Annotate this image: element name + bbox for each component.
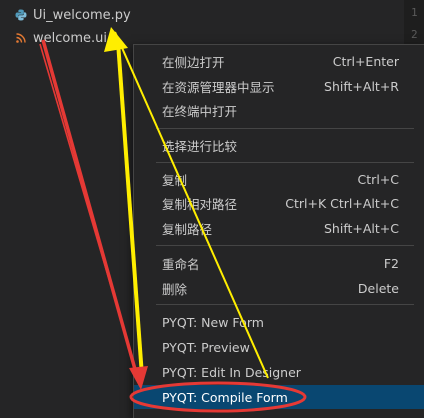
menu-item-select-for-compare[interactable]: 选择进行比较 [134,133,424,157]
menu-separator [156,304,414,305]
menu-item-shortcut: Ctrl+K Ctrl+Alt+C [285,195,399,211]
menu-item-shortcut: F2 [383,255,399,271]
rss-file-icon [14,31,28,45]
menu-item-label: 在侧边打开 [162,54,225,70]
menu-separator [156,162,414,163]
menu-item-label: PYQT: Edit In Designer [162,364,301,380]
file-name: welcome.ui [33,30,107,46]
menu-item-copy-path[interactable]: 复制路径 Shift+Alt+C [134,216,424,240]
file-item-welcome-ui[interactable]: welcome.ui [14,27,107,49]
menu-item-shortcut: Delete [357,280,399,296]
menu-item-label: 复制相对路径 [162,196,238,212]
menu-item-open-in-terminal[interactable]: 在终端中打开 [134,98,424,122]
menu-item-pyqt-compile-form[interactable]: PYQT: Compile Form [134,385,424,409]
menu-item-label: 选择进行比较 [162,138,238,154]
menu-item-pyqt-new-form[interactable]: PYQT: New Form [134,310,424,334]
menu-item-copy-relative-path[interactable]: 复制相对路径 Ctrl+K Ctrl+Alt+C [134,191,424,215]
menu-separator [156,245,414,246]
line-number: 1 [411,6,418,19]
menu-item-label: 删除 [162,281,188,297]
menu-item-open-to-side[interactable]: 在侧边打开 Ctrl+Enter [134,49,424,73]
menu-item-shortcut: Ctrl+Enter [332,53,399,69]
menu-item-reveal-in-explorer[interactable]: 在资源管理器中显示 Shift+Alt+R [134,74,424,98]
menu-item-label: 复制 [162,172,188,188]
menu-item-label: 在终端中打开 [162,103,238,119]
menu-item-pyqt-edit-in-designer[interactable]: PYQT: Edit In Designer [134,360,424,384]
file-item-ui-welcome-py[interactable]: Ui_welcome.py [14,4,131,26]
menu-item-label: PYQT: Preview [162,339,250,355]
menu-item-label: PYQT: New Form [162,314,264,330]
menu-item-delete[interactable]: 删除 Delete [134,276,424,300]
menu-item-shortcut: Shift+Alt+R [324,78,399,94]
menu-item-pyqt-preview[interactable]: PYQT: Preview [134,335,424,359]
line-number: 2 [411,28,418,41]
python-file-icon [14,8,28,22]
menu-separator [156,128,414,129]
menu-item-rename[interactable]: 重命名 F2 [134,251,424,275]
menu-item-label: 复制路径 [162,221,213,237]
menu-item-label: PYQT: Compile Form [162,389,288,405]
menu-item-label: 重命名 [162,256,200,272]
menu-item-shortcut: Ctrl+C [357,171,399,187]
menu-item-label: 在资源管理器中显示 [162,79,275,95]
file-name: Ui_welcome.py [33,7,131,23]
menu-item-copy[interactable]: 复制 Ctrl+C [134,167,424,191]
context-menu: 在侧边打开 Ctrl+Enter 在资源管理器中显示 Shift+Alt+R 在… [133,44,424,418]
menu-item-shortcut: Shift+Alt+C [323,220,399,236]
